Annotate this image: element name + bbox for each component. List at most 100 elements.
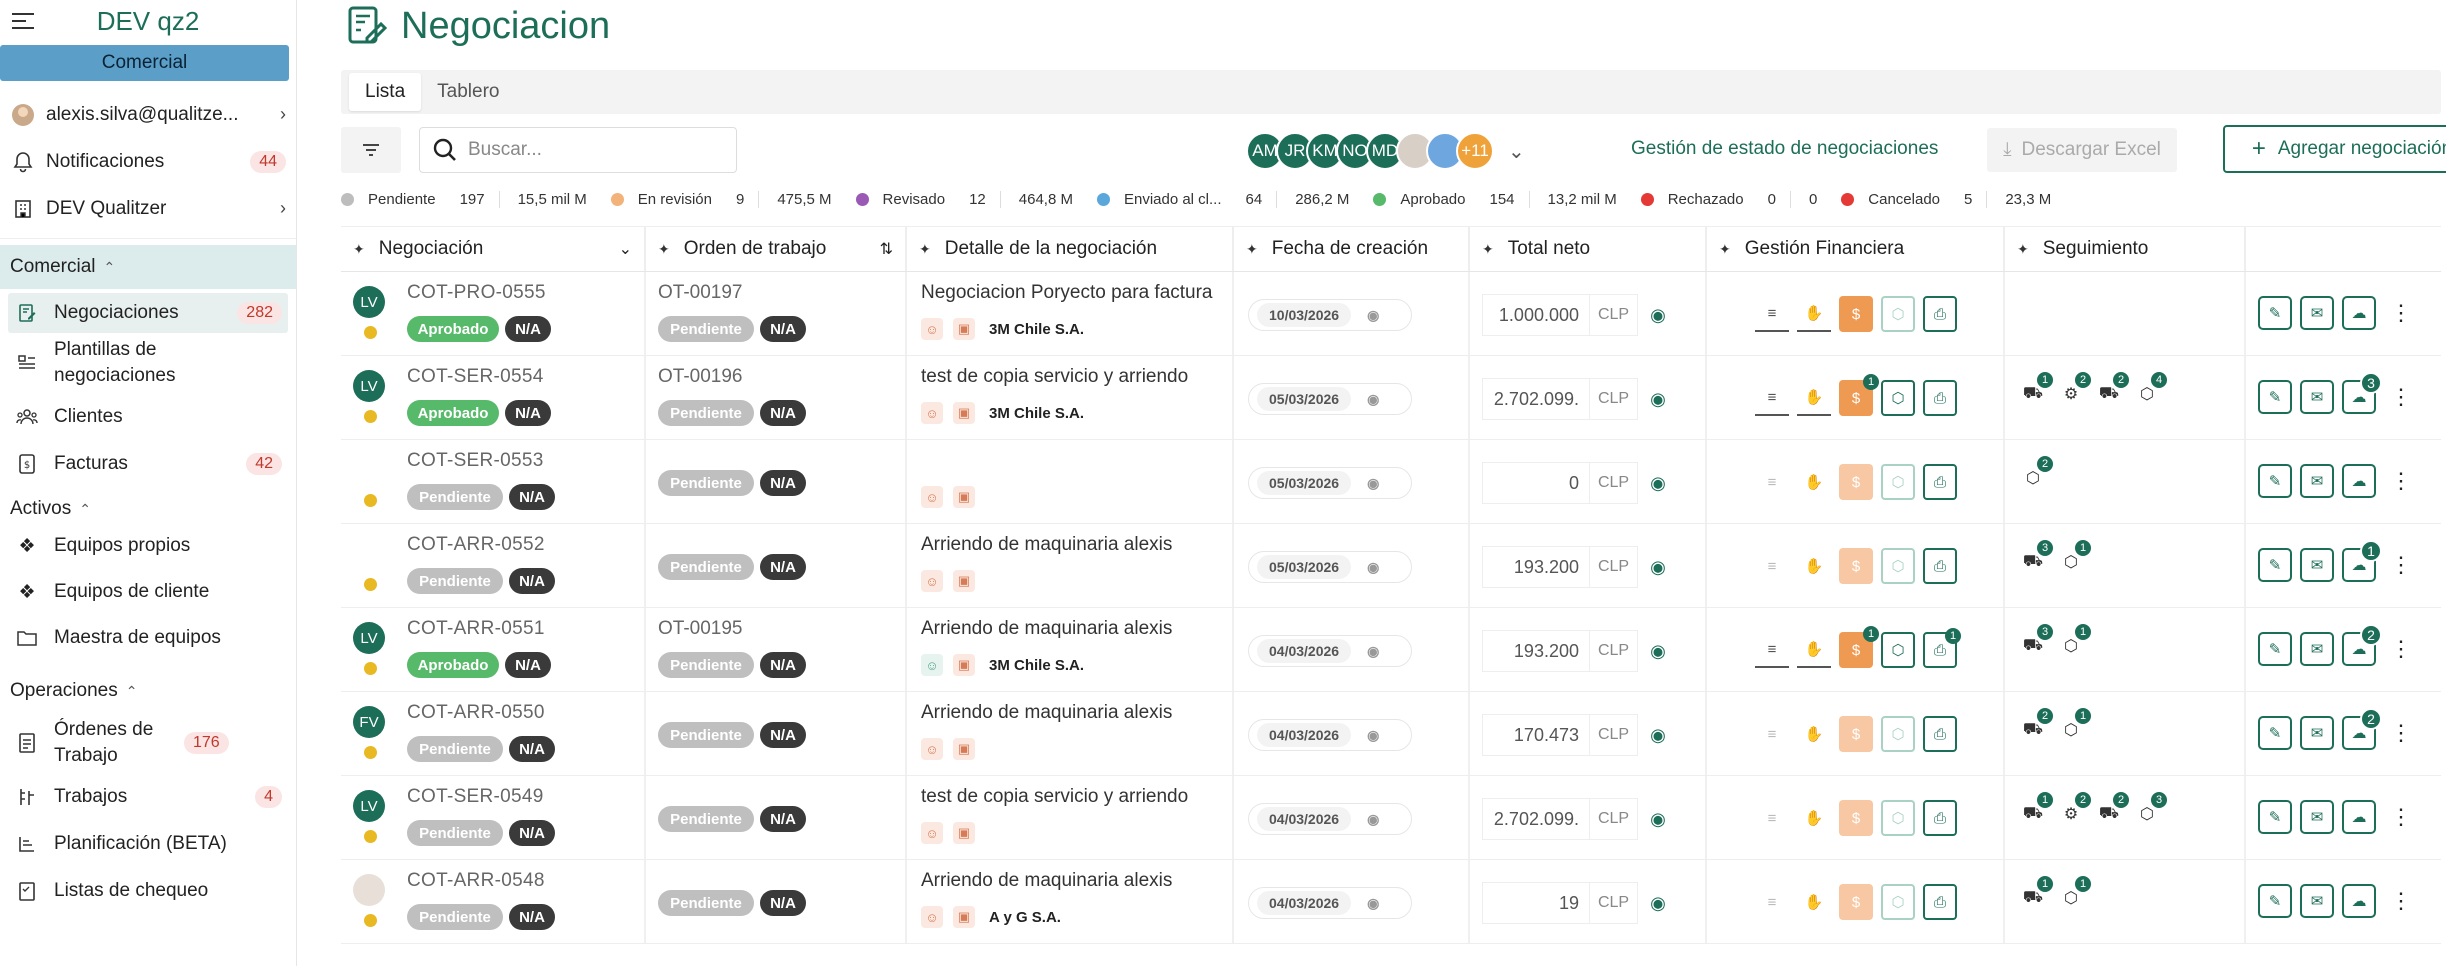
eye-icon[interactable]: ◉: [1638, 462, 1678, 504]
negotiation-code[interactable]: COT-ARR-0548: [407, 870, 545, 892]
box-icon[interactable]: ⬡ 3: [2135, 792, 2167, 824]
hand-icon[interactable]: ✋: [1797, 464, 1831, 500]
edit-icon[interactable]: ✎: [2258, 632, 2292, 666]
download-excel-button[interactable]: ⤓ Descargar Excel: [1987, 128, 2177, 172]
receipt-icon[interactable]: ≡: [1755, 716, 1789, 752]
building-icon[interactable]: ▣: [953, 822, 975, 844]
tab-lista[interactable]: Lista: [349, 73, 422, 111]
cloud-icon[interactable]: ☁ 2: [2342, 708, 2382, 750]
truck-icon[interactable]: ⛟ 2: [2021, 708, 2053, 740]
sidebar-item-maestra-equipos[interactable]: Maestra de equipos: [0, 623, 296, 653]
status-badge[interactable]: Pendiente: [407, 568, 503, 594]
gear-icon[interactable]: ⚙ 2: [2059, 372, 2091, 404]
eye-icon[interactable]: ◉: [1638, 378, 1678, 420]
document-icon[interactable]: ⎙: [1923, 380, 1957, 416]
receipt-icon[interactable]: ≡: [1755, 464, 1789, 500]
hand-icon[interactable]: ✋: [1797, 632, 1831, 668]
date-field[interactable]: 04/03/2026 ◉: [1248, 887, 1412, 919]
table-row[interactable]: LV COT-SER-0549 Pendiente N/A Pendiente …: [341, 776, 2441, 860]
document-icon[interactable]: ⎙: [1923, 800, 1957, 836]
edit-icon[interactable]: ✎: [2258, 800, 2292, 834]
sidebar-item-equipos-cliente[interactable]: ❖ Equipos de cliente: [0, 577, 296, 607]
filter-button[interactable]: [341, 127, 401, 173]
section-activos[interactable]: Activos ⌃: [0, 487, 296, 531]
status-badge[interactable]: Pendiente: [407, 736, 503, 762]
status-filter[interactable]: Aprobado 154 13,2 mil M: [1373, 190, 1617, 208]
status-badge[interactable]: Pendiente: [407, 820, 503, 846]
status-filter[interactable]: Rechazado 0 0: [1640, 190, 1817, 208]
more-icon[interactable]: ⋮: [2390, 554, 2412, 576]
edit-icon[interactable]: ✎: [2258, 548, 2292, 582]
status-filter[interactable]: Pendiente 197 15,5 mil M: [341, 190, 587, 208]
document-icon[interactable]: ⎙: [1923, 296, 1957, 332]
edit-icon[interactable]: ✎: [2258, 716, 2292, 750]
user-menu[interactable]: alexis.silva@qualitze... ›: [0, 91, 296, 138]
comment-icon[interactable]: ✉: [2300, 716, 2334, 750]
comment-icon[interactable]: ✉: [2300, 800, 2334, 834]
truck-icon[interactable]: ⛟ 1: [2021, 792, 2053, 824]
date-field[interactable]: 04/03/2026 ◉: [1248, 719, 1412, 751]
sidebar-item-equipos-propios[interactable]: ❖ Equipos propios: [0, 531, 296, 561]
pin-icon[interactable]: ✦: [353, 241, 365, 258]
column-header-orden[interactable]: ✦ Orden de trabajo ⇅: [646, 227, 907, 271]
status-badge[interactable]: Pendiente: [407, 904, 503, 930]
table-row[interactable]: LV COT-SER-0554 Aprobado N/A OT-00196 Pe…: [341, 356, 2441, 440]
hand-icon[interactable]: ✋: [1797, 548, 1831, 584]
pin-icon[interactable]: ✦: [1246, 241, 1258, 258]
users-icon[interactable]: ☺: [921, 570, 943, 592]
gestion-estado-link[interactable]: Gestión de estado de negociaciones: [1631, 138, 1938, 160]
box-icon[interactable]: ⬡ 1: [2059, 876, 2091, 908]
negotiation-code[interactable]: COT-SER-0554: [407, 366, 544, 388]
document-icon[interactable]: ⎙: [1923, 716, 1957, 752]
truck-icon[interactable]: ⛟ 1: [2021, 372, 2053, 404]
more-icon[interactable]: ⋮: [2390, 386, 2412, 408]
building-icon[interactable]: ▣: [953, 738, 975, 760]
document-icon[interactable]: ⎙: [1923, 548, 1957, 584]
negotiation-code[interactable]: COT-ARR-0551: [407, 618, 545, 640]
eye-icon[interactable]: ◉: [1367, 727, 1379, 744]
chevron-down-icon[interactable]: ⌄: [619, 239, 632, 259]
status-filter[interactable]: Cancelado 5 23,3 M: [1841, 190, 2051, 208]
invoice-icon[interactable]: $: [1839, 884, 1873, 920]
box-icon[interactable]: ⬡ 1: [2059, 624, 2091, 656]
comment-icon[interactable]: ✉: [2300, 296, 2334, 330]
receipt-icon[interactable]: ≡: [1755, 548, 1789, 584]
search-input[interactable]: [468, 139, 708, 161]
more-icon[interactable]: ⋮: [2390, 638, 2412, 660]
comment-icon[interactable]: ✉: [2300, 884, 2334, 918]
box-icon[interactable]: ⬡: [1881, 884, 1915, 920]
status-filter[interactable]: Revisado 12 464,8 M: [855, 190, 1073, 208]
sidebar-item-plantillas[interactable]: Plantillas de negociaciones: [0, 333, 296, 393]
building-icon[interactable]: ▣: [953, 486, 975, 508]
building-icon[interactable]: ▣: [953, 402, 975, 424]
building-icon[interactable]: ▣: [953, 570, 975, 592]
comment-icon[interactable]: ✉: [2300, 464, 2334, 498]
sidebar-item-clientes[interactable]: Clientes: [0, 393, 296, 440]
eye-icon[interactable]: ◉: [1638, 882, 1678, 924]
more-icon[interactable]: ⋮: [2390, 722, 2412, 744]
users-icon[interactable]: ☺: [921, 822, 943, 844]
context-button[interactable]: Comercial: [0, 45, 289, 81]
sidebar-item-trabajos[interactable]: Trabajos 4: [0, 773, 296, 820]
column-header-fecha[interactable]: ✦ Fecha de creación: [1234, 227, 1470, 271]
negotiation-code[interactable]: COT-ARR-0550: [407, 702, 545, 724]
date-field[interactable]: 04/03/2026 ◉: [1248, 635, 1412, 667]
document-icon[interactable]: ⎙: [1923, 884, 1957, 920]
pin-icon[interactable]: ✦: [919, 241, 931, 258]
pin-icon[interactable]: ✦: [1719, 241, 1731, 258]
document-icon[interactable]: ⎙ 1: [1923, 628, 1961, 668]
column-header-negociacion[interactable]: ✦ Negociación ⌄: [341, 227, 646, 271]
section-comercial[interactable]: Comercial ⌃: [0, 245, 296, 289]
receipt-icon[interactable]: ≡: [1755, 800, 1789, 836]
box-icon[interactable]: ⬡: [1881, 548, 1915, 584]
invoice-icon[interactable]: $: [1839, 464, 1873, 500]
more-icon[interactable]: ⋮: [2390, 470, 2412, 492]
users-icon[interactable]: ☺: [921, 402, 943, 424]
users-icon[interactable]: ☺: [921, 906, 943, 928]
building-icon[interactable]: ▣: [953, 318, 975, 340]
eye-icon[interactable]: ◉: [1367, 643, 1379, 660]
more-icon[interactable]: ⋮: [2390, 302, 2412, 324]
receipt-icon[interactable]: ≡: [1755, 296, 1789, 332]
status-badge[interactable]: Aprobado: [407, 652, 499, 678]
invoice-icon[interactable]: $1: [1839, 626, 1879, 668]
